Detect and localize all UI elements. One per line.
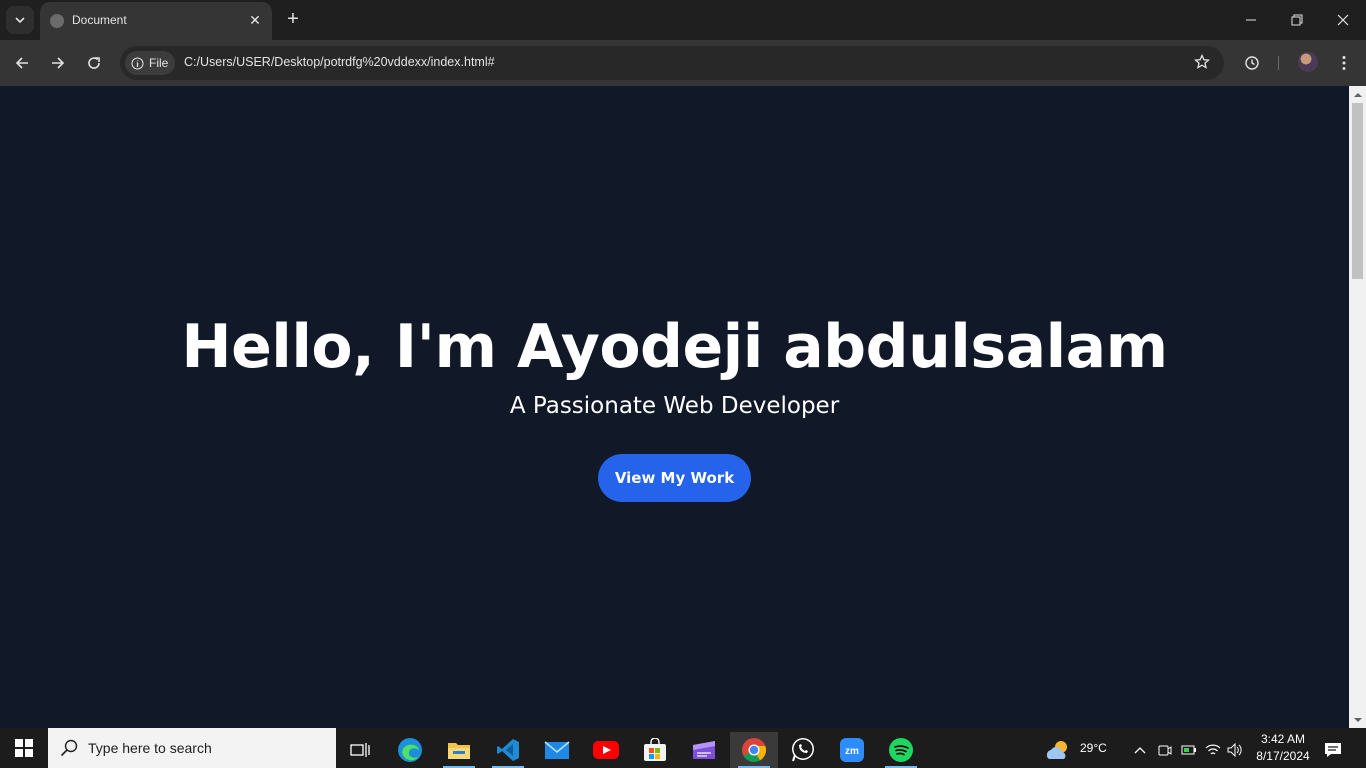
weather-widget[interactable] xyxy=(1040,732,1076,768)
youtube-icon xyxy=(593,741,619,759)
speaker-icon xyxy=(1227,743,1242,757)
caret-down-icon xyxy=(1353,717,1362,722)
minimize-button[interactable] xyxy=(1228,0,1274,40)
star-icon xyxy=(1193,53,1211,69)
tray-volume[interactable] xyxy=(1224,732,1246,768)
more-vert-icon xyxy=(1342,56,1346,70)
page-scrollbar[interactable] xyxy=(1349,86,1366,728)
back-button[interactable] xyxy=(8,49,36,77)
start-button[interactable] xyxy=(0,728,48,768)
hero-subtitle: A Passionate Web Developer xyxy=(509,393,840,419)
battery-icon xyxy=(1181,745,1196,755)
bookmark-star-button[interactable] xyxy=(1193,53,1211,75)
store-icon xyxy=(644,738,666,761)
taskbar-vscode[interactable] xyxy=(484,732,532,768)
taskbar-whatsapp[interactable] xyxy=(779,732,827,768)
clock-time: 3:42 AM xyxy=(1260,732,1306,746)
whatsapp-icon xyxy=(792,738,814,762)
search-placeholder: Type here to search xyxy=(88,740,212,756)
taskbar-edge[interactable] xyxy=(386,732,434,768)
browser-toolbar: File C:/Users/USER/Desktop/potrdfg%20vdd… xyxy=(0,40,1366,86)
weather-temperature[interactable]: 29°C xyxy=(1080,741,1107,755)
tray-meet-now[interactable] xyxy=(1154,732,1176,768)
tray-battery[interactable] xyxy=(1178,732,1200,768)
spotify-icon xyxy=(889,738,913,762)
close-icon xyxy=(1337,14,1349,26)
zoom-icon: zm xyxy=(840,738,864,762)
taskbar-search-box[interactable]: Type here to search xyxy=(48,728,336,768)
vscode-icon xyxy=(497,739,519,761)
task-view-button[interactable] xyxy=(336,732,384,768)
scroll-up-arrow[interactable] xyxy=(1349,86,1366,103)
taskbar-file-explorer[interactable] xyxy=(435,732,483,768)
forward-button[interactable] xyxy=(44,49,72,77)
wifi-icon xyxy=(1205,744,1221,755)
arrow-right-icon xyxy=(52,57,65,69)
history-button[interactable] xyxy=(1238,49,1266,77)
notification-icon xyxy=(1325,743,1341,757)
new-tab-button[interactable]: + xyxy=(282,8,304,30)
chevron-up-icon xyxy=(1134,747,1146,754)
taskbar-spotify[interactable] xyxy=(877,732,925,768)
more-menu-button[interactable] xyxy=(1330,49,1358,77)
browser-tab[interactable]: Document ✕ xyxy=(40,2,272,40)
camera-icon xyxy=(1158,745,1172,756)
tab-title: Document xyxy=(72,13,127,27)
scrollbar-thumb[interactable] xyxy=(1352,103,1363,279)
svg-text:zm: zm xyxy=(845,746,859,757)
search-icon xyxy=(60,739,78,757)
globe-icon xyxy=(50,14,64,28)
page-viewport: Hello, I'm Ayodeji abdulsalam A Passiona… xyxy=(0,86,1349,728)
taskbar-zoom[interactable]: zm xyxy=(828,732,876,768)
site-chip-label: File xyxy=(149,56,169,70)
close-window-button[interactable] xyxy=(1320,0,1366,40)
partly-cloudy-icon xyxy=(1046,741,1067,759)
clipchamp-icon xyxy=(693,741,715,759)
view-my-work-button[interactable]: View My Work xyxy=(598,454,751,502)
caret-up-icon xyxy=(1353,92,1362,97)
tray-network[interactable] xyxy=(1202,732,1224,768)
hero-title: Hello, I'm Ayodeji abdulsalam xyxy=(181,312,1168,382)
arrow-left-icon xyxy=(15,57,28,69)
show-hidden-icons-button[interactable] xyxy=(1128,732,1152,768)
url-text[interactable]: C:/Users/USER/Desktop/potrdfg%20vddexx/i… xyxy=(184,55,495,69)
minimize-icon xyxy=(1246,19,1256,21)
notification-center-button[interactable] xyxy=(1318,732,1348,768)
tab-close-button[interactable]: ✕ xyxy=(246,11,264,29)
mail-icon xyxy=(544,741,570,759)
edge-icon xyxy=(398,738,422,762)
taskbar-microsoft-store[interactable] xyxy=(631,732,679,768)
taskbar-clipchamp[interactable] xyxy=(680,732,728,768)
task-view-icon xyxy=(350,743,370,757)
restore-icon xyxy=(1291,14,1303,26)
info-icon xyxy=(131,57,144,69)
taskbar-chrome[interactable] xyxy=(730,732,778,768)
toolbar-divider xyxy=(1278,56,1279,70)
clock-date: 8/17/2024 xyxy=(1256,749,1310,763)
chrome-icon xyxy=(742,738,767,763)
reload-button[interactable] xyxy=(80,49,108,77)
site-info-chip[interactable]: File xyxy=(125,51,175,75)
browser-titlebar: Document ✕ + xyxy=(0,0,1366,40)
chevron-down-icon xyxy=(15,17,25,24)
profile-avatar[interactable] xyxy=(1298,52,1318,72)
taskbar-youtube[interactable] xyxy=(582,732,630,768)
taskbar-mail[interactable] xyxy=(533,732,581,768)
restore-button[interactable] xyxy=(1274,0,1320,40)
tab-search-button[interactable] xyxy=(6,6,34,34)
windows-taskbar: Type here to search zm 29°C 3:42 AM 8/17… xyxy=(0,728,1366,768)
history-icon xyxy=(1245,56,1259,70)
taskbar-clock[interactable]: 3:42 AM 8/17/2024 xyxy=(1250,731,1316,765)
reload-icon xyxy=(88,57,100,69)
folder-icon xyxy=(448,743,470,759)
scroll-down-arrow[interactable] xyxy=(1349,711,1366,728)
windows-logo-icon xyxy=(15,739,33,757)
address-bar[interactable]: File C:/Users/USER/Desktop/potrdfg%20vdd… xyxy=(120,46,1224,80)
